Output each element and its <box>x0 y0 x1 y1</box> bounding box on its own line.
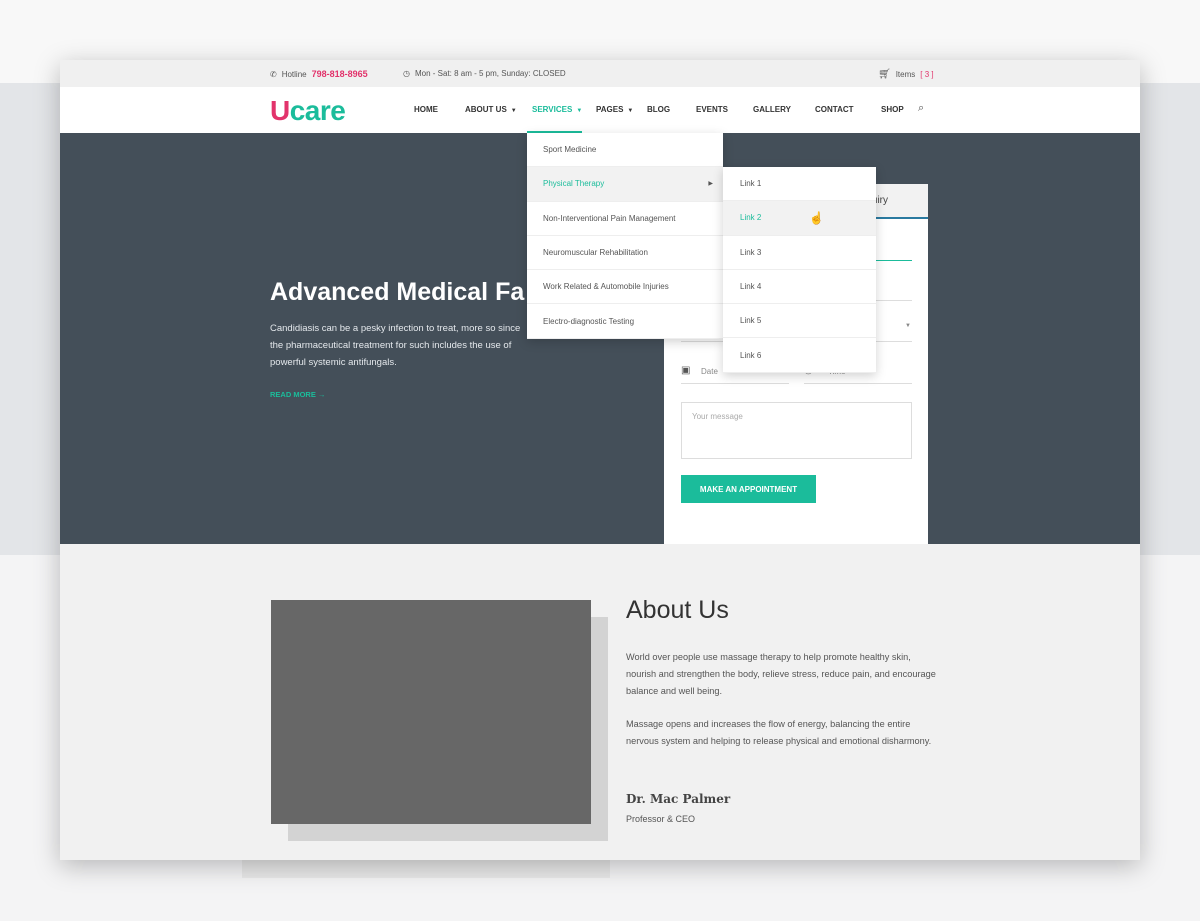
hotline-label: Hotline <box>281 69 307 79</box>
about-paragraph-1: World over people use massage therapy to… <box>626 652 936 696</box>
submenu-link-2[interactable]: Link 2 ☝ <box>723 201 876 236</box>
date-field-line <box>681 383 789 384</box>
cart-label: Items <box>895 70 916 79</box>
caret-down-icon: ▼ <box>510 108 517 114</box>
nav-about-us[interactable]: ABOUT US ▼ <box>465 105 517 114</box>
clock-icon: ◷ <box>403 69 410 78</box>
menu-item-sport-medicine[interactable]: Sport Medicine <box>527 133 723 168</box>
make-appointment-button[interactable]: MAKE AN APPOINTMENT <box>681 475 816 503</box>
cart-link[interactable]: 🛒︎ Items [ 3 ] <box>878 69 934 80</box>
phone-icon: ✆ <box>270 69 277 79</box>
read-more-link[interactable]: READ MORE → <box>270 390 325 399</box>
cart-icon: 🛒︎ <box>878 69 891 80</box>
about-image-placeholder <box>271 600 591 824</box>
services-dropdown: Sport Medicine Physical Therapy ▶ Non-Int… <box>527 133 723 339</box>
menu-item-label: Physical Therapy <box>543 179 605 189</box>
hotline: ✆ Hotline 798-818-8965 <box>270 69 368 79</box>
author-role: Professor & CEO <box>626 814 696 824</box>
physical-therapy-submenu: Link 1 Link 2 ☝ Link 3 Link 4 Link 5 Link… <box>723 167 876 373</box>
submenu-link-6[interactable]: Link 6 <box>723 338 876 373</box>
website-preview: ✆ Hotline 798-818-8965 ◷ Mon - Sat: 8 am… <box>60 60 1140 860</box>
menu-item-neuromuscular[interactable]: Neuromuscular Rehabilitation <box>527 236 723 271</box>
menu-item-electro-diagnostic[interactable]: Electro-diagnostic Testing <box>527 304 723 339</box>
about-title: About Us <box>626 596 729 624</box>
message-textarea[interactable]: Your message <box>681 402 912 459</box>
submenu-link-3[interactable]: Link 3 <box>723 236 876 270</box>
hours-text: Mon - Sat: 8 am - 5 pm, Sunday: CLOSED <box>414 69 566 78</box>
submenu-link-4[interactable]: Link 4 <box>723 270 876 305</box>
logo[interactable]: Ucare <box>270 95 346 127</box>
author-name: Dr. Mac Palmer <box>626 792 731 806</box>
submenu-link-5[interactable]: Link 5 <box>723 304 876 339</box>
caret-down-icon: ▼ <box>576 108 583 114</box>
opening-hours: ◷ Mon - Sat: 8 am - 5 pm, Sunday: CLOSED <box>403 69 566 78</box>
nav-pages-label: PAGES <box>596 105 624 114</box>
top-bar: ✆ Hotline 798-818-8965 ◷ Mon - Sat: 8 am… <box>60 60 1140 87</box>
nav-gallery[interactable]: GALLERY <box>753 105 791 114</box>
hotline-number[interactable]: 798-818-8965 <box>312 69 368 79</box>
menu-item-pain-management[interactable]: Non-Interventional Pain Management <box>527 202 723 236</box>
main-nav: Ucare HOME ABOUT US ▼ SERVICES ▼ PAGES ▼ BL… <box>60 87 1140 133</box>
logo-text: care <box>289 95 346 126</box>
nav-pages[interactable]: PAGES ▼ <box>596 105 633 114</box>
nav-blog[interactable]: BLOG <box>647 105 670 114</box>
nav-events[interactable]: EVENTS <box>696 105 728 114</box>
nav-services[interactable]: SERVICES ▼ <box>532 105 582 114</box>
time-field-line <box>804 383 912 384</box>
cart-count: [ 3 ] <box>920 70 934 79</box>
message-placeholder: Your message <box>692 412 743 421</box>
logo-u: U <box>270 95 290 126</box>
hand-cursor-icon: ☝ <box>809 211 824 226</box>
nav-shop[interactable]: SHOP <box>881 105 904 114</box>
search-icon[interactable]: ⌕ <box>918 102 924 115</box>
caret-right-icon: ▶ <box>708 181 713 188</box>
nav-contact[interactable]: CONTACT <box>815 105 854 114</box>
about-paragraph-2: Massage opens and increases the flow of … <box>626 719 932 746</box>
submenu-link-1[interactable]: Link 1 <box>723 167 876 202</box>
hero-title: Advanced Medical Fa <box>270 278 525 306</box>
nav-about-label: ABOUT US <box>465 105 507 114</box>
background-ghost <box>242 860 610 878</box>
caret-down-icon: ▼ <box>627 108 634 114</box>
menu-item-physical-therapy[interactable]: Physical Therapy ▶ <box>527 167 723 202</box>
nav-services-label: SERVICES <box>532 105 573 114</box>
hero-text: Candidiasis can be a pesky infection to … <box>270 323 521 368</box>
submenu-label: Link 2 <box>740 213 762 223</box>
date-field[interactable]: Date <box>701 367 718 376</box>
menu-item-injuries[interactable]: Work Related & Automobile Injuries <box>527 270 723 305</box>
select-caret-icon: ▼ <box>905 323 911 329</box>
calendar-icon: ▣ <box>681 365 691 376</box>
nav-home[interactable]: HOME <box>414 105 438 114</box>
